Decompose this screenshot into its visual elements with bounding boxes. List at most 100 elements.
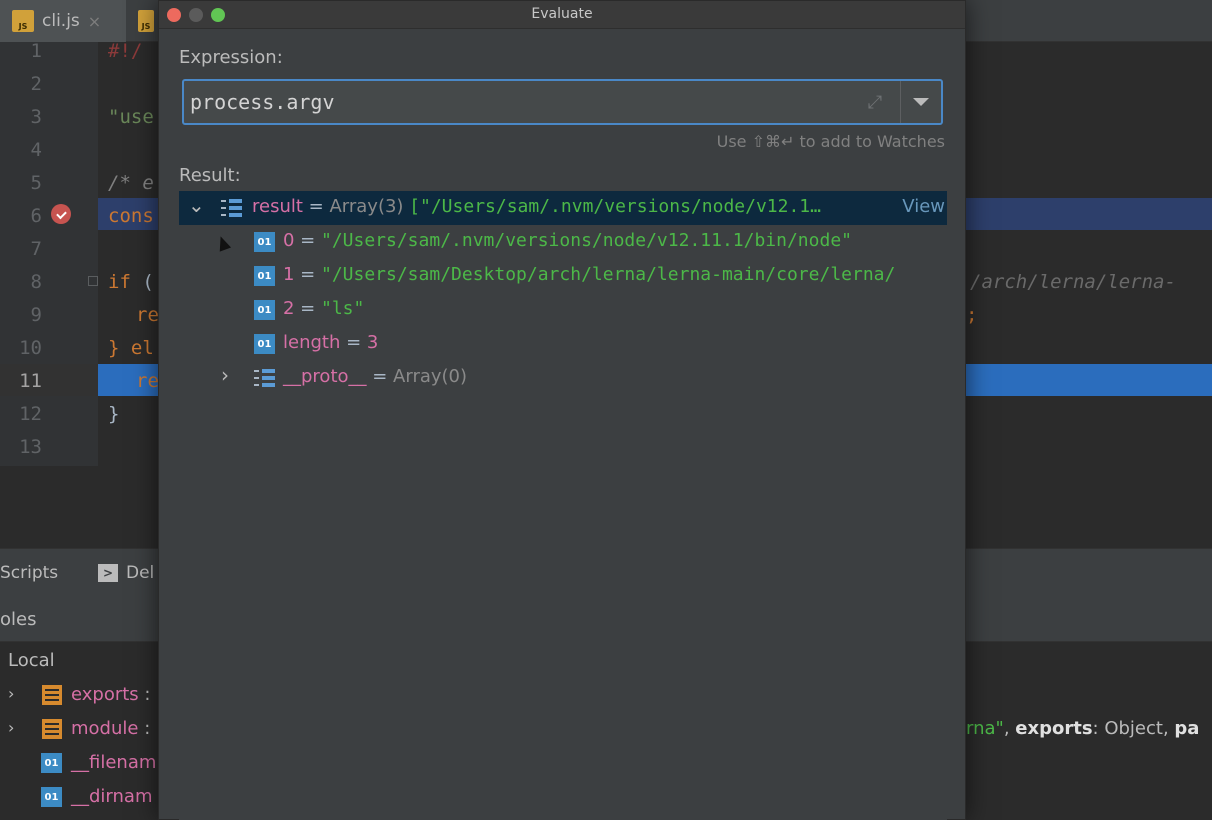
variable-name: __filenam xyxy=(71,752,157,773)
line-number: 3 xyxy=(30,106,42,128)
object-icon xyxy=(42,719,62,739)
primitive-icon: 01 xyxy=(254,334,275,354)
result-tree: ⌄ result = Array(3) ["/Users/sam/.nvm/ve… xyxy=(179,191,947,820)
breakpoint-icon[interactable] xyxy=(51,204,71,224)
console-icon: > xyxy=(98,564,118,582)
line-number: 4 xyxy=(30,139,42,161)
expand-icon[interactable]: ⤢ xyxy=(864,91,886,113)
tree-row-proto[interactable]: › __proto__ = Array(0) xyxy=(179,361,947,395)
variable-module[interactable]: module : xyxy=(71,718,150,739)
tree-row-result[interactable]: ⌄ result = Array(3) ["/Users/sam/.nvm/ve… xyxy=(179,191,947,225)
variable-dirname[interactable]: __dirnam xyxy=(71,786,152,807)
chevron-right-icon[interactable]: › xyxy=(8,718,14,737)
equals-sign: = xyxy=(294,230,321,251)
variable-name: exports xyxy=(71,684,139,705)
history-dropdown-button[interactable] xyxy=(901,81,941,123)
code-right-8: /arch/lerna/lerna- xyxy=(970,271,1176,293)
variable-suffix: : xyxy=(138,718,151,739)
tree-row-length[interactable]: 01 length = 3 xyxy=(179,327,947,361)
tab-debugger-console[interactable]: > Del xyxy=(98,563,154,583)
child-entry: 0 = "/Users/sam/.nvm/versions/node/v12.1… xyxy=(283,230,852,251)
expression-label: Expression: xyxy=(179,47,283,68)
close-icon[interactable]: × xyxy=(88,12,101,31)
module-value-preview: rna", exports: Object, pa xyxy=(966,718,1199,739)
code-line-10: } el xyxy=(108,337,154,359)
line-number: 1 xyxy=(30,40,42,62)
variable-exports[interactable]: exports : xyxy=(71,684,150,705)
array-icon xyxy=(221,197,243,219)
equals-sign: = xyxy=(302,196,330,217)
child-entry: 2 = "ls" xyxy=(283,298,364,319)
code-line-3: "use xyxy=(108,106,154,128)
chevron-right-icon[interactable]: › xyxy=(8,684,14,703)
chevron-down-icon[interactable]: ⌄ xyxy=(188,193,205,217)
object-icon xyxy=(42,685,62,705)
evaluate-dialog: Evaluate Expression: ⤢ Use ⇧⌘↵ to add to… xyxy=(158,0,966,820)
value-type: : Object, xyxy=(1092,718,1175,739)
equals-sign: = xyxy=(366,366,394,387)
keyword: if xyxy=(108,271,131,293)
proto-entry: __proto__ = Array(0) xyxy=(283,366,467,387)
primitive-icon: 01 xyxy=(254,232,275,252)
line-number: 7 xyxy=(30,238,42,260)
code-text: ( xyxy=(130,271,154,293)
result-label: Result: xyxy=(179,165,241,186)
variable-name: module xyxy=(71,718,139,739)
line-number: 11 xyxy=(19,370,42,392)
line-number: 6 xyxy=(30,205,42,227)
tab-label: Del xyxy=(126,563,155,583)
code-line-8: if ( xyxy=(108,271,154,293)
code-line-5: /* e xyxy=(108,172,154,194)
result-preview: ["/Users/sam/.nvm/versions/node/v12.1… xyxy=(409,196,821,217)
js-file-icon: JS xyxy=(12,10,34,32)
equals-sign: = xyxy=(294,264,321,285)
variable-name: __dirnam xyxy=(71,786,153,807)
child-value: "/Users/sam/Desktop/arch/lerna/lerna-mai… xyxy=(320,264,896,285)
child-name: 0 xyxy=(283,230,295,251)
value-key: exports xyxy=(1015,718,1093,739)
tab-label: cli.js xyxy=(42,11,80,31)
dialog-title: Evaluate xyxy=(531,6,593,22)
code-right-9: ; xyxy=(966,304,978,326)
expression-field: ⤢ xyxy=(182,79,943,125)
tree-row[interactable]: 01 2 = "ls" xyxy=(179,293,947,327)
variable-suffix: : xyxy=(138,684,151,705)
tab-cli-js[interactable]: JS cli.js × xyxy=(0,0,126,42)
view-link[interactable]: View xyxy=(902,196,945,217)
expression-input[interactable] xyxy=(190,87,850,117)
line-number: 13 xyxy=(19,436,42,458)
primitive-icon: 01 xyxy=(254,300,275,320)
tree-row[interactable]: 01 1 = "/Users/sam/Desktop/arch/lerna/le… xyxy=(179,259,947,293)
watches-hint: Use ⇧⌘↵ to add to Watches xyxy=(716,132,945,151)
line-number: 9 xyxy=(30,304,42,326)
variable-filename[interactable]: __filenam xyxy=(71,752,156,773)
line-number: 10 xyxy=(19,337,42,359)
line-number: 12 xyxy=(19,403,42,425)
equals-sign: = xyxy=(294,298,321,319)
scope-local[interactable]: Local xyxy=(8,650,55,671)
code-line-12: } xyxy=(108,403,120,425)
primitive-icon: 01 xyxy=(254,266,275,286)
value-string: rna" xyxy=(966,718,1004,739)
fold-icon[interactable] xyxy=(88,276,98,286)
tree-row[interactable]: 01 0 = "/Users/sam/.nvm/versions/node/v1… xyxy=(179,225,947,259)
line-number: 8 xyxy=(30,271,42,293)
length-value: 3 xyxy=(366,332,379,353)
child-entry: 1 = "/Users/sam/Desktop/arch/lerna/lerna… xyxy=(283,264,895,285)
code-line-1: #!/ xyxy=(108,40,143,62)
value-key: pa xyxy=(1174,718,1200,739)
child-name: 2 xyxy=(283,298,295,319)
proto-name: __proto__ xyxy=(283,366,367,387)
value-text: , xyxy=(1003,718,1016,739)
primitive-icon: 01 xyxy=(41,787,62,807)
length-entry: length = 3 xyxy=(283,332,378,353)
tab-scripts[interactable]: Scripts xyxy=(0,563,58,583)
dialog-titlebar[interactable]: Evaluate xyxy=(159,1,965,29)
result-type: Array(3) xyxy=(329,196,410,217)
line-number: 2 xyxy=(30,73,42,95)
code-line-9: re xyxy=(136,304,159,326)
chevron-right-icon[interactable]: › xyxy=(221,363,229,387)
tab-label: Scripts xyxy=(0,563,59,583)
child-value: "/Users/sam/.nvm/versions/node/v12.11.1/… xyxy=(320,230,852,251)
child-value: "ls" xyxy=(320,298,365,319)
